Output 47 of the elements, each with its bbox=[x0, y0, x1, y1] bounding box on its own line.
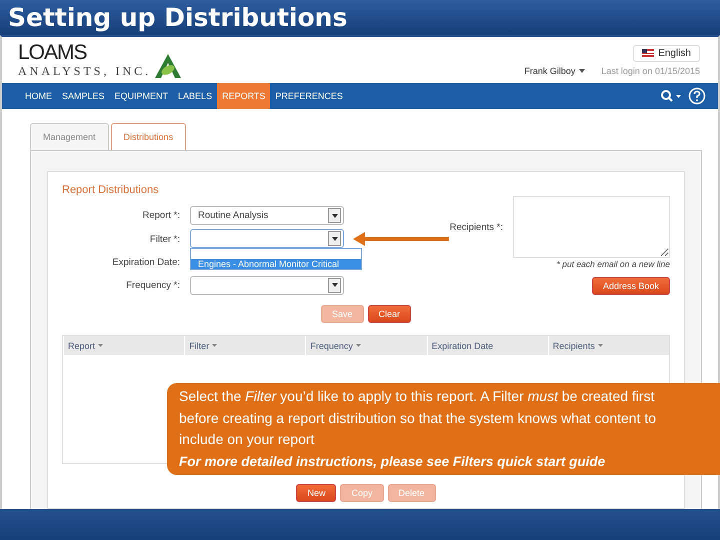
table-button[interactable]: New bbox=[296, 484, 336, 502]
field-label: Frequency *: bbox=[125, 280, 180, 292]
sort-icon bbox=[356, 344, 361, 348]
form-title: Report Distributions bbox=[62, 184, 160, 196]
language-dropdown[interactable]: English bbox=[633, 44, 700, 62]
field-label: Filter *: bbox=[148, 234, 180, 245]
address-book-button[interactable]: Address Book bbox=[592, 277, 670, 296]
nav-item[interactable]: LABELS bbox=[173, 83, 218, 110]
sort-icon bbox=[598, 344, 603, 348]
caret-icon bbox=[332, 214, 338, 218]
leaf-logo-icon bbox=[153, 53, 184, 80]
column-header[interactable]: Frequency bbox=[305, 336, 427, 356]
form-button[interactable]: Clear bbox=[368, 305, 412, 324]
field-label: Recipients *: bbox=[450, 222, 503, 233]
hint-text: * put each email on a new line bbox=[556, 259, 670, 270]
nav-item[interactable]: PREFERENCES bbox=[270, 83, 348, 110]
field-label: Report *: bbox=[142, 210, 180, 222]
sort-icon bbox=[98, 344, 104, 348]
logo-text: LOAMS bbox=[18, 42, 88, 64]
nav-item[interactable]: HOME bbox=[20, 83, 57, 110]
caret-icon bbox=[579, 68, 586, 73]
user-menu[interactable]: Frank Gilboy bbox=[524, 66, 586, 76]
tab[interactable]: Distributions bbox=[110, 123, 186, 150]
help-icon[interactable] bbox=[688, 87, 706, 106]
sort-icon bbox=[212, 344, 218, 348]
field-label: Expiration Date: bbox=[111, 256, 180, 268]
tab[interactable]: Management bbox=[30, 123, 109, 150]
column-header[interactable]: Recipients bbox=[548, 336, 669, 356]
slide-title: Setting up Distributions bbox=[8, 3, 348, 32]
nav-item[interactable]: SAMPLES bbox=[57, 83, 110, 110]
recipients-field[interactable] bbox=[513, 196, 670, 258]
logo-subtitle: ANALYSTS, INC. bbox=[18, 64, 152, 80]
column-header[interactable]: Report bbox=[63, 336, 184, 356]
dropdown-option[interactable]: Engines - Abnormal Monitor Critical bbox=[191, 259, 361, 270]
last-login-text: Last login on 01/15/2015 bbox=[601, 66, 700, 76]
caret-icon bbox=[332, 283, 338, 288]
column-header[interactable]: Expiration Date bbox=[426, 336, 548, 356]
callout-note: For more detailed instructions, please see Filters quick start guide bbox=[179, 452, 606, 471]
column-header[interactable]: Filter bbox=[184, 336, 306, 356]
flag-icon bbox=[642, 49, 654, 58]
nav-item[interactable]: EQUIPMENT bbox=[110, 83, 174, 110]
select-field[interactable] bbox=[190, 229, 344, 248]
caret-icon bbox=[332, 236, 338, 241]
search-icon[interactable] bbox=[660, 89, 682, 104]
callout-text: Select the Filter you’d like to apply to this report. A Filter must be created first before creating a report distribution so that the system knows what content to include on your report bbox=[179, 387, 658, 449]
select-field[interactable]: Routine Analysis bbox=[190, 206, 344, 226]
select-field[interactable] bbox=[190, 276, 344, 295]
